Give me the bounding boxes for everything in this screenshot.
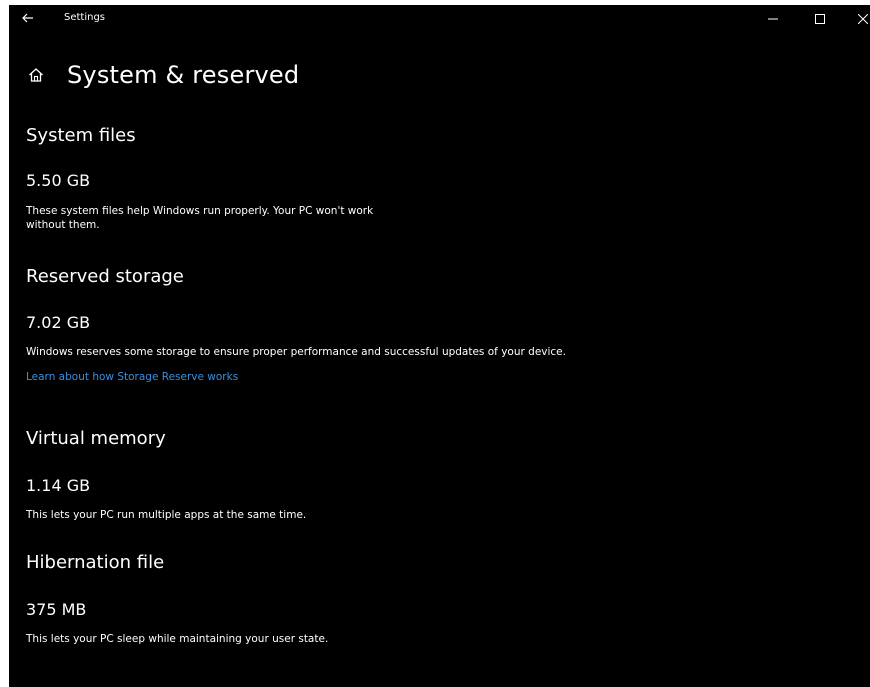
home-icon [29, 68, 43, 82]
system-files-size: 5.50 GB [26, 171, 91, 190]
reserved-storage-size: 7.02 GB [26, 313, 91, 332]
title-bar: Settings [9, 5, 870, 33]
system-files-description-line-2: without them. [26, 219, 100, 231]
section-title-virtual-memory: Virtual memory [26, 428, 166, 449]
system-files-description: These system files help Windows run prop… [26, 204, 373, 232]
section-title-hibernation-file: Hibernation file [26, 552, 165, 573]
back-button[interactable] [19, 9, 37, 27]
virtual-memory-description: This lets your PC run multiple apps at t… [26, 509, 307, 521]
minimize-icon [768, 18, 778, 20]
hibernation-file-size: 375 MB [26, 600, 87, 619]
window-title: Settings [64, 12, 106, 23]
reserved-storage-description: Windows reserves some storage to ensure … [26, 346, 566, 358]
minimize-button[interactable] [762, 8, 784, 30]
section-title-reserved-storage: Reserved storage [26, 266, 184, 287]
page-title: System & reserved [67, 61, 300, 89]
home-button[interactable] [25, 64, 47, 86]
hibernation-file-description: This lets your PC sleep while maintainin… [26, 633, 329, 645]
section-title-system-files: System files [26, 125, 136, 146]
system-files-description-line-1: These system files help Windows run prop… [26, 205, 374, 217]
maximize-icon [815, 14, 825, 24]
close-icon [858, 14, 868, 24]
back-arrow-icon [22, 13, 33, 23]
maximize-button[interactable] [809, 8, 831, 30]
virtual-memory-size: 1.14 GB [26, 476, 91, 495]
page-header: System & reserved [25, 58, 299, 92]
storage-reserve-link[interactable]: Learn about how Storage Reserve works [26, 371, 238, 383]
close-button[interactable] [852, 8, 870, 30]
settings-window: Settings System & reserved System files … [9, 5, 870, 687]
